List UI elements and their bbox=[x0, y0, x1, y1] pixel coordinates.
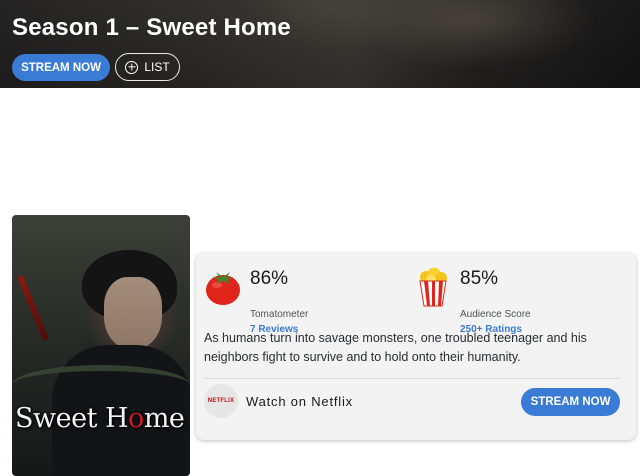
page-title: Season 1 – Sweet Home bbox=[12, 14, 291, 41]
list-button-label: LIST bbox=[144, 60, 170, 74]
poster-figure-face bbox=[104, 277, 162, 349]
watch-on-netflix-text: Watch on Netflix bbox=[246, 394, 353, 409]
add-to-list-button[interactable]: LIST bbox=[115, 53, 180, 81]
netflix-logo: NETFLIX bbox=[204, 384, 238, 418]
header-banner: Season 1 – Sweet Home STREAM NOW LIST bbox=[0, 0, 640, 88]
tomatometer-percent: 86% bbox=[250, 268, 289, 289]
audience-label: Audience Score bbox=[460, 309, 531, 320]
popcorn-icon bbox=[419, 267, 447, 307]
poster-title-art: Sweet Home bbox=[15, 403, 185, 434]
stream-now-button[interactable]: STREAM NOW bbox=[12, 54, 110, 81]
season-poster[interactable]: Sweet Home bbox=[12, 215, 190, 476]
netflix-stream-now-button[interactable]: STREAM NOW bbox=[521, 388, 620, 416]
synopsis-text: As humans turn into savage monsters, one… bbox=[204, 331, 587, 364]
tomato-icon bbox=[206, 272, 240, 305]
tomatometer-label: Tomatometer bbox=[250, 309, 309, 320]
poster-knife bbox=[17, 274, 49, 342]
plus-circle-icon bbox=[125, 60, 139, 74]
divider bbox=[204, 378, 620, 379]
audience-percent: 85% bbox=[460, 268, 499, 289]
info-card: 86% Tomatometer 7 Reviews 85% Audience S… bbox=[196, 253, 636, 440]
poster-vine bbox=[12, 365, 190, 405]
